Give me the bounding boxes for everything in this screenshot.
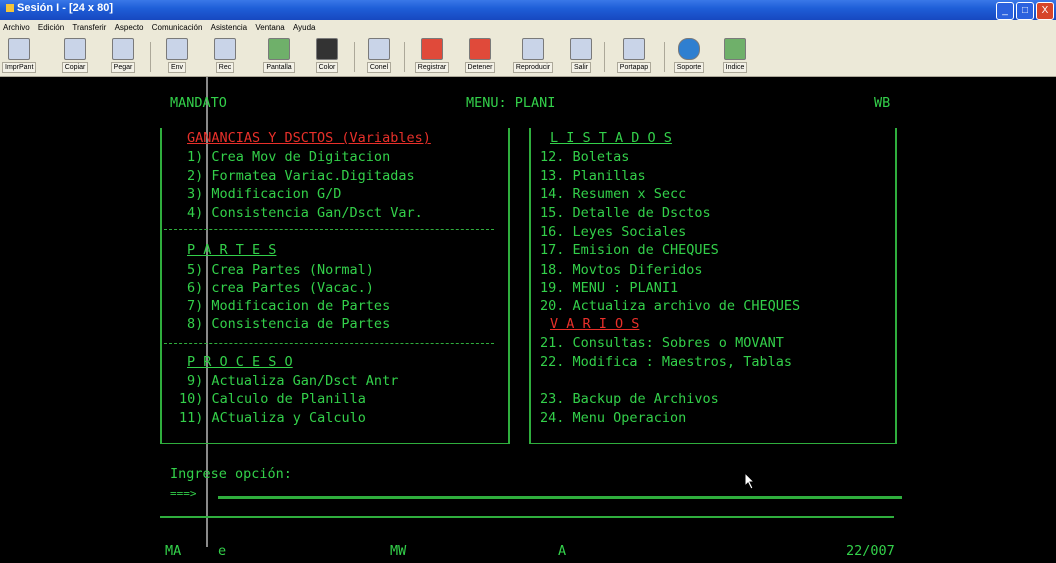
send-icon [166,38,188,60]
menu-aspecto[interactable]: Aspecto [112,20,147,32]
receive-icon [214,38,236,60]
play-icon [522,38,544,60]
menu-edicion[interactable]: Edición [35,20,67,32]
toolbar-button-soporte[interactable]: Soporte [670,38,708,73]
toolbar-button-copiar[interactable]: Copiar [58,38,92,73]
middle-box-border-2 [529,128,531,444]
toolbar-button-imprpant[interactable]: ImprPant [2,38,37,73]
toolbar-button-conel[interactable]: Conel [362,38,396,73]
toolbar-button-color[interactable]: Color [310,38,344,73]
menu-asistencia[interactable]: Asistencia [208,20,250,32]
menu-option-11[interactable]: 11) ACtualiza y Calculo [179,410,366,426]
status-ma: MA [165,543,182,559]
right-box-border [895,128,897,444]
close-button[interactable]: X [1036,2,1054,20]
toolbar-button-indice[interactable]: Indice [718,38,752,73]
menu-option-4[interactable]: 4) Consistencia Gan/Dsct Var. [187,205,423,221]
color-icon [316,38,338,60]
section-partes-title: P A R T E S [187,242,277,258]
status-mw: MW [390,543,407,559]
menu-option-8[interactable]: 8) Consistencia de Partes [187,316,390,332]
clipboard-icon [623,38,645,60]
connect-icon [368,38,390,60]
input-underline [160,516,894,518]
minimize-button[interactable]: _ [996,2,1014,20]
menu-comunicacion[interactable]: Comunicación [149,20,206,32]
separator-2 [164,343,494,344]
record-icon [421,38,443,60]
header-menu-plani: MENU: PLANI [466,95,556,111]
toolbar-button-rec[interactable]: Rec [208,38,242,73]
toolbar-button-salir[interactable]: Salir [566,38,596,73]
menu-archivo[interactable]: Archivo [0,20,33,32]
menu-option-20[interactable]: 20. Actualiza archivo de CHEQUES [540,298,800,314]
menu-option-24[interactable]: 24. Menu Operacion [540,410,686,426]
menu-option-9[interactable]: 9) Actualiza Gan/Dsct Antr [187,373,398,389]
app-icon [6,4,14,13]
maximize-button[interactable]: □ [1016,2,1034,20]
toolbar-button-pantalla[interactable]: Pantalla [258,38,300,73]
menu-ayuda[interactable]: Ayuda [290,20,319,32]
toolbar-button-detener[interactable]: Detener [460,38,500,73]
globe-icon [678,38,700,60]
header-mandato: MANDATO [170,95,227,111]
stop-icon [469,38,491,60]
toolbar-button-reproducir[interactable]: Reproducir [510,38,556,73]
menu-option-10[interactable]: 10) Calculo de Planilla [179,391,366,407]
index-icon [724,38,746,60]
status-a: A [558,543,567,559]
menu-option-12[interactable]: 12. Boletas [540,149,629,165]
prompt-arrow: ===> [170,487,197,500]
menu-option-17[interactable]: 17. Emision de CHEQUES [540,242,719,258]
menu-bar: Archivo Edición Transferir Aspecto Comun… [0,20,1056,36]
menu-option-13[interactable]: 13. Planillas [540,168,646,184]
menu-option-19[interactable]: 19. MENU : PLANI1 [540,280,678,296]
section-ganancias-title: GANANCIAS Y DSCTOS (Variables) [187,130,431,146]
separator-1 [164,229,494,230]
option-input-field[interactable] [218,496,902,499]
cursor-position: 22/007 [846,543,895,559]
section-listados-title: L I S T A D O S [550,130,672,146]
prompt-label: Ingrese opción: [170,466,292,482]
menu-option-14[interactable]: 14. Resumen x Secc [540,186,686,202]
menu-option-16[interactable]: 16. Leyes Sociales [540,224,686,240]
menu-option-3[interactable]: 3) Modificacion G/D [187,186,341,202]
toolbar-button-portapap[interactable]: Portapap [612,38,656,73]
toolbar: ImprPant Copiar Pegar Env Rec Pantalla C… [0,36,1056,77]
exit-icon [570,38,592,60]
menu-transferir[interactable]: Transferir [69,20,109,32]
copy-icon [64,38,86,60]
section-varios-title: V A R I O S [550,316,640,332]
screen-icon [268,38,290,60]
header-wb: WB [874,95,891,111]
toolbar-button-env[interactable]: Env [160,38,194,73]
left-box-bottom [162,443,508,444]
menu-option-5[interactable]: 5) Crea Partes (Normal) [187,262,374,278]
section-proceso-title: P R O C E S O [187,354,293,370]
menu-option-21[interactable]: 21. Consultas: Sobres o MOVANT [540,335,784,351]
middle-box-border [508,128,510,444]
menu-option-2[interactable]: 2) Formatea Variac.Digitadas [187,168,415,184]
menu-option-1[interactable]: 1) Crea Mov de Digitacion [187,149,390,165]
menu-option-7[interactable]: 7) Modificacion de Partes [187,298,390,314]
left-box-border [160,128,162,444]
toolbar-button-registrar[interactable]: Registrar [412,38,452,73]
paste-icon [112,38,134,60]
mouse-pointer-icon [744,472,756,490]
status-e: e [218,543,227,559]
menu-option-23[interactable]: 23. Backup de Archivos [540,391,719,407]
menu-ventana[interactable]: Ventana [252,20,287,32]
window-title-text: Sesión I - [24 x 80] [17,2,113,14]
window-title: Sesión I - [24 x 80] [6,2,113,14]
printer-icon [8,38,30,60]
right-box-bottom [531,443,895,444]
toolbar-button-pegar[interactable]: Pegar [106,38,140,73]
menu-option-15[interactable]: 15. Detalle de Dsctos [540,205,711,221]
menu-option-18[interactable]: 18. Movtos Diferidos [540,262,703,278]
menu-option-22[interactable]: 22. Modifica : Maestros, Tablas [540,354,792,370]
menu-option-6[interactable]: 6) crea Partes (Vacac.) [187,280,374,296]
title-bar[interactable]: Sesión I - [24 x 80] _ □ X [0,0,1056,20]
